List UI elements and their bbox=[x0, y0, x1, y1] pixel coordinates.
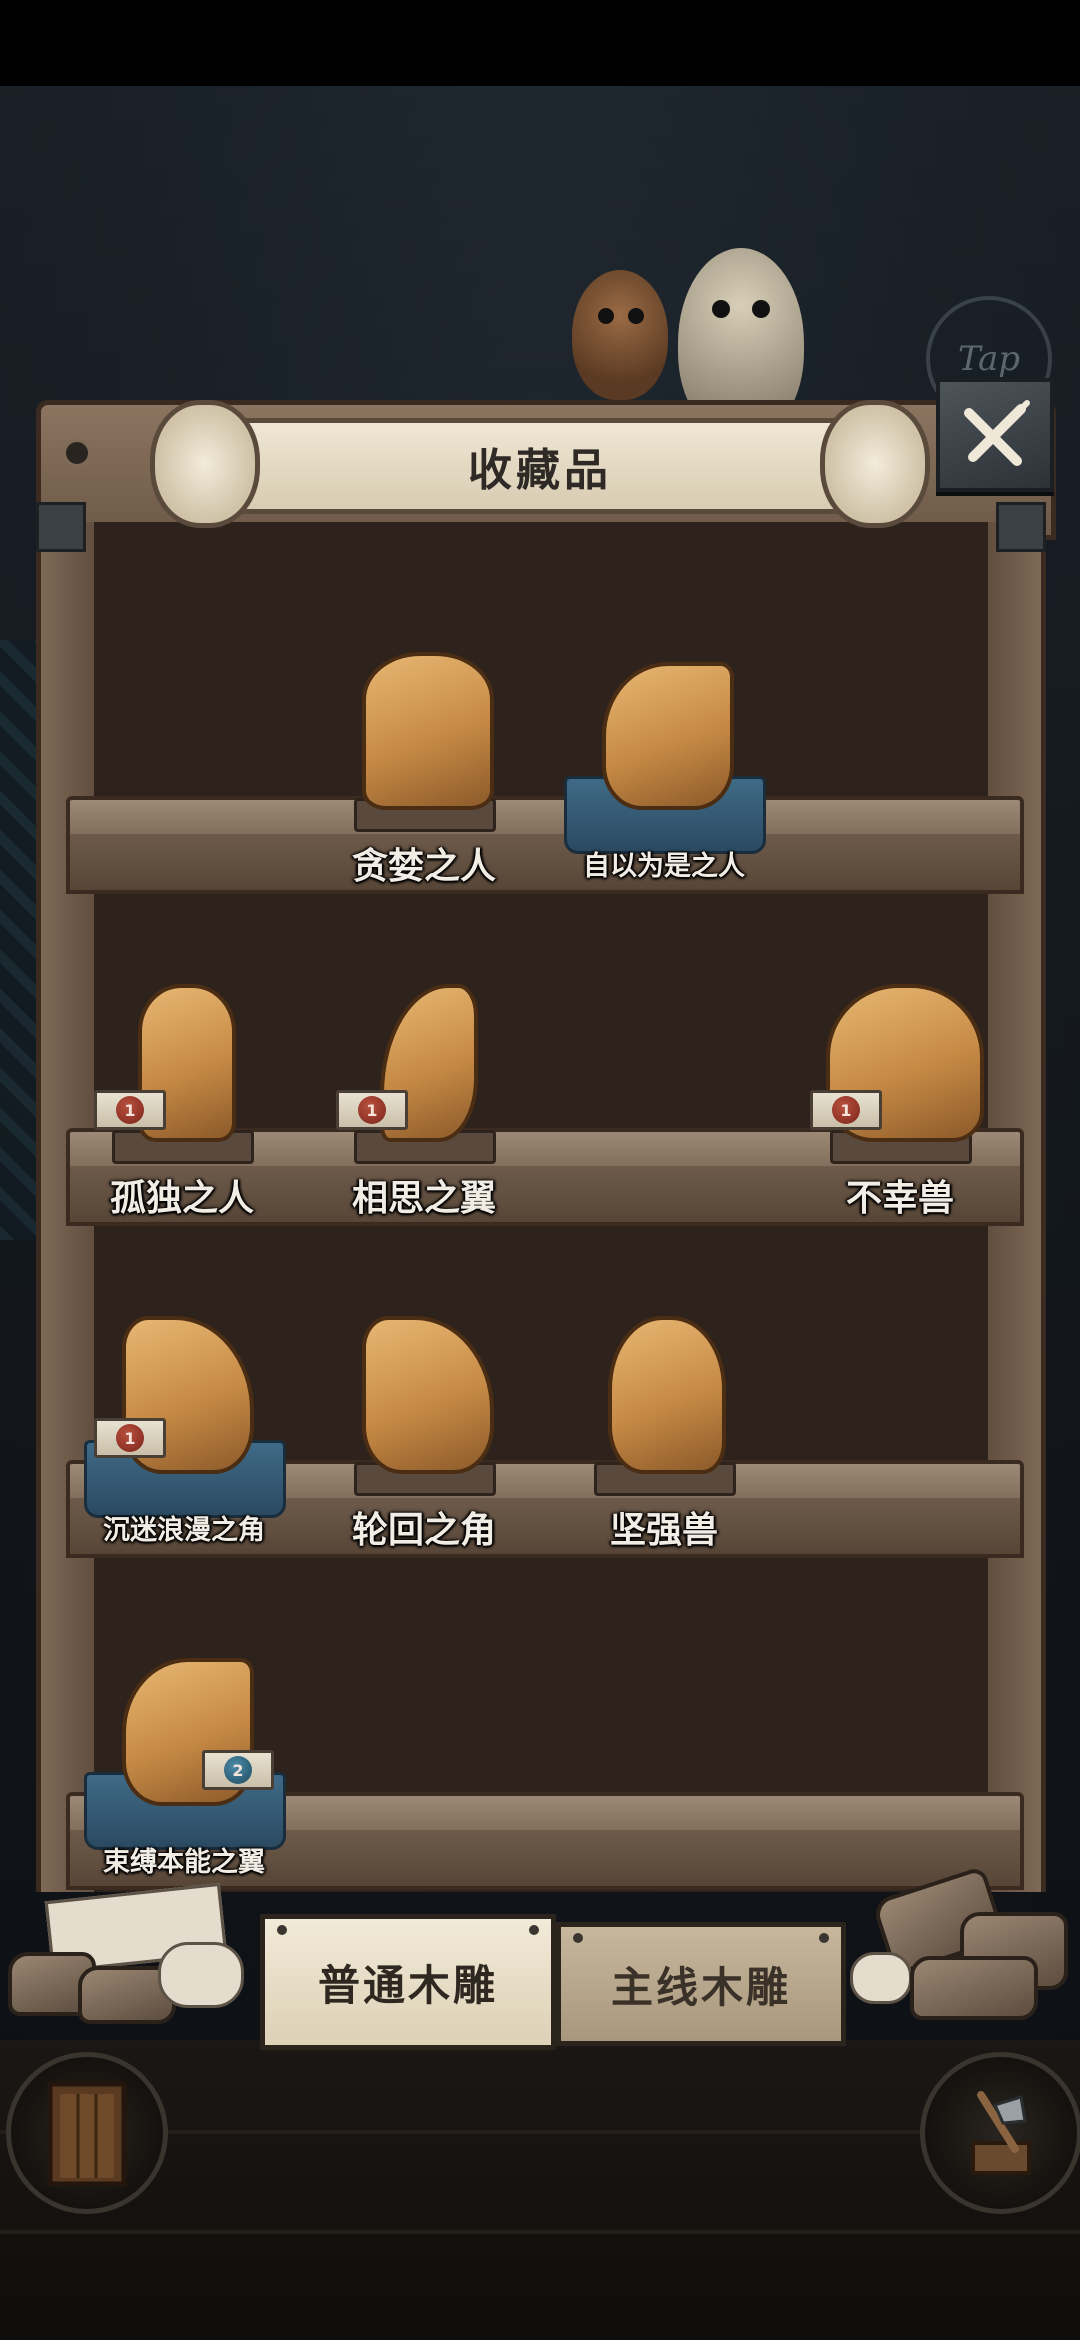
collection-screen: Tap 收藏品 贪婪之人 自以为是之人 1 孤独之人 1 相思之翼 1 不幸兽 … bbox=[0, 0, 1080, 2340]
close-x-icon bbox=[964, 400, 1030, 466]
item-label: 坚强兽 bbox=[609, 1510, 718, 1551]
count-badge: 2 bbox=[202, 1750, 274, 1790]
owl-eye bbox=[598, 308, 614, 324]
paper-roll bbox=[158, 1942, 244, 2008]
count-seal: 1 bbox=[116, 1424, 144, 1452]
shelf-front bbox=[66, 834, 1024, 894]
tab-main-carvings[interactable]: 主线木雕 bbox=[556, 1922, 846, 2046]
collectible-lonely-person[interactable]: 1 孤独之人 bbox=[82, 952, 282, 1222]
background-lattice bbox=[0, 640, 40, 1240]
collectible-self-righteous-person[interactable]: 自以为是之人 bbox=[564, 620, 766, 890]
floor-board bbox=[0, 2230, 1080, 2234]
shelf-1 bbox=[66, 796, 1024, 894]
owl-eye bbox=[712, 300, 730, 318]
floor bbox=[0, 2040, 1080, 2340]
item-label: 不幸兽 bbox=[845, 1178, 954, 1219]
axe-icon bbox=[971, 2091, 1031, 2175]
rubble-right bbox=[850, 1865, 1080, 2022]
rock bbox=[910, 1956, 1038, 2020]
pin bbox=[819, 1933, 829, 1943]
item-label: 沉迷浪漫之角 bbox=[103, 1514, 265, 1546]
corner-bracket bbox=[36, 502, 86, 552]
corner-bracket bbox=[996, 502, 1046, 552]
count-seal: 1 bbox=[358, 1096, 386, 1124]
item-label: 孤独之人 bbox=[109, 1178, 254, 1219]
owl-eye bbox=[628, 308, 644, 324]
count-badge: 1 bbox=[94, 1418, 166, 1458]
count-seal: 1 bbox=[832, 1096, 860, 1124]
wood-carving-figure bbox=[602, 662, 734, 810]
item-label: 束缚本能之翼 bbox=[103, 1846, 265, 1878]
owl-eye bbox=[752, 300, 770, 318]
paper-roll bbox=[850, 1952, 912, 2004]
close-button[interactable] bbox=[936, 378, 1054, 492]
item-label: 自以为是之人 bbox=[583, 850, 745, 882]
count-badge: 1 bbox=[94, 1090, 166, 1130]
title-banner: 收藏品 bbox=[150, 396, 930, 528]
collectible-unlucky-beast[interactable]: 1 不幸兽 bbox=[800, 952, 1000, 1222]
item-label: 相思之翼 bbox=[351, 1178, 496, 1219]
wood-carving-figure bbox=[608, 1316, 726, 1474]
collectible-lovesick-wing[interactable]: 1 相思之翼 bbox=[324, 952, 524, 1222]
item-label: 贪婪之人 bbox=[351, 846, 496, 887]
owl-statue-brown bbox=[572, 270, 668, 400]
collectible-reincarnation-horn[interactable]: 轮回之角 bbox=[324, 1284, 524, 1554]
rubble-left bbox=[8, 1882, 258, 2024]
page-title: 收藏品 bbox=[468, 445, 612, 496]
axe-button[interactable] bbox=[920, 2052, 1080, 2214]
door-icon bbox=[47, 2081, 127, 2187]
pin bbox=[573, 1933, 583, 1943]
count-seal: 2 bbox=[224, 1756, 252, 1784]
door-button[interactable] bbox=[6, 2052, 168, 2214]
collectible-strong-beast[interactable]: 坚强兽 bbox=[564, 1284, 764, 1554]
collectible-romance-horn[interactable]: 1 沉迷浪漫之角 bbox=[84, 1284, 286, 1554]
count-badge: 1 bbox=[336, 1090, 408, 1130]
tab-label: 主线木雕 bbox=[610, 1962, 791, 2012]
count-seal: 1 bbox=[116, 1096, 144, 1124]
pin bbox=[529, 1925, 539, 1935]
pin bbox=[277, 1925, 287, 1935]
tab-normal-carvings[interactable]: 普通木雕 bbox=[260, 1914, 556, 2050]
collectible-bound-instinct-wing[interactable]: 2 束缚本能之翼 bbox=[84, 1616, 286, 1886]
tab-label: 普通木雕 bbox=[317, 1960, 498, 2010]
collectible-greedy-person[interactable]: 贪婪之人 bbox=[324, 620, 524, 890]
count-badge: 1 bbox=[810, 1090, 882, 1130]
wood-carving-figure bbox=[362, 652, 494, 810]
item-label: 轮回之角 bbox=[351, 1510, 496, 1551]
nail bbox=[63, 439, 91, 467]
status-bar bbox=[0, 0, 1080, 86]
wood-carving-figure bbox=[362, 1316, 494, 1474]
